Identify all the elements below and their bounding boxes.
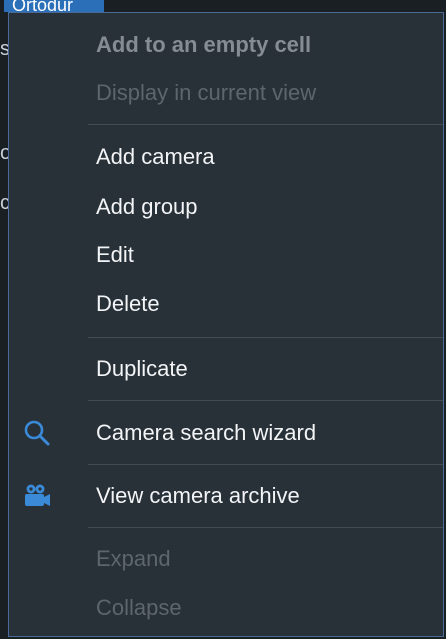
menu-separator — [88, 337, 443, 338]
menu-item-expand: Expand — [9, 537, 443, 581]
menu-item-label: Camera search wizard — [96, 420, 317, 445]
context-menu: Add to an empty cell Display in current … — [8, 12, 444, 637]
menu-item-edit[interactable]: Edit — [9, 233, 443, 277]
selected-tree-item-label: Ortodur — [12, 0, 74, 12]
video-camera-icon — [23, 482, 51, 510]
selected-tree-item: Ortodur — [4, 0, 104, 12]
menu-item-view-camera-archive[interactable]: View camera archive — [9, 474, 443, 518]
menu-separator — [88, 124, 443, 125]
menu-separator — [88, 400, 443, 401]
menu-item-add-group[interactable]: Add group — [9, 185, 443, 229]
menu-item-label: View camera archive — [96, 483, 300, 508]
menu-item-label: Delete — [96, 291, 160, 316]
search-icon — [23, 419, 51, 447]
menu-item-label: Add camera — [96, 144, 215, 169]
menu-item-duplicate[interactable]: Duplicate — [9, 347, 443, 391]
menu-item-collapse: Collapse — [9, 586, 443, 630]
menu-item-label: Expand — [96, 546, 171, 571]
menu-item-add-camera[interactable]: Add camera — [9, 135, 443, 179]
menu-item-label: Edit — [96, 242, 134, 267]
menu-header-label: Add to an empty cell — [96, 32, 312, 57]
menu-separator — [88, 464, 443, 465]
menu-header-add-to-empty-cell: Add to an empty cell — [9, 23, 443, 67]
menu-item-label: Display in current view — [96, 80, 317, 105]
menu-item-label: Add group — [96, 194, 198, 219]
menu-separator — [88, 527, 443, 528]
menu-item-display-in-current-view: Display in current view — [9, 71, 443, 115]
menu-item-delete[interactable]: Delete — [9, 282, 443, 326]
menu-item-label: Duplicate — [96, 356, 188, 381]
menu-item-label: Collapse — [96, 595, 182, 620]
menu-item-camera-search-wizard[interactable]: Camera search wizard — [9, 411, 443, 455]
